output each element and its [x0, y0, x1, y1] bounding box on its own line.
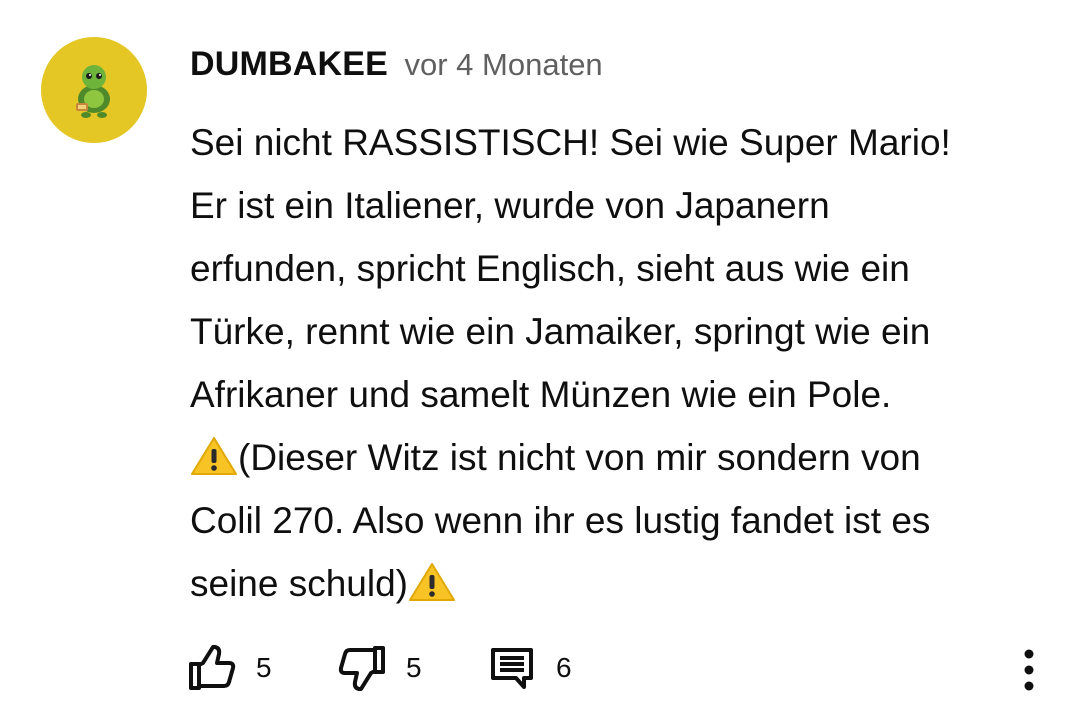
comment-line: erfunden, spricht Englisch, sieht aus wi…: [190, 248, 910, 289]
note-text: seine schuld): [190, 563, 409, 604]
like-button[interactable]: 5: [188, 640, 272, 696]
comment-line: Er ist ein Italiener, wurde von Japanern: [190, 185, 830, 226]
more-vertical-icon: [1024, 649, 1034, 691]
like-count: 5: [256, 652, 272, 683]
warning-icon: [408, 562, 456, 602]
reply-button[interactable]: 6: [488, 640, 572, 696]
dislike-button[interactable]: 5: [338, 640, 422, 696]
more-options-button[interactable]: [1014, 644, 1044, 692]
avatar[interactable]: [41, 37, 147, 143]
note-text: (Dieser Witz ist nicht von mir sondern v…: [238, 437, 921, 478]
comment-icon: [488, 644, 536, 692]
comment-text: Sei nicht RASSISTISCH! Sei wie Super Mar…: [190, 111, 1050, 615]
reply-count: 6: [556, 652, 572, 683]
comment-line: seine schuld): [190, 552, 1050, 615]
comment-time[interactable]: vor 4 Monaten: [405, 47, 603, 82]
comment-line: (Dieser Witz ist nicht von mir sondern v…: [190, 426, 1050, 489]
warning-icon: [190, 436, 238, 476]
turtle-avatar-icon: [76, 65, 110, 118]
author-name[interactable]: DUMBAKEE: [190, 45, 388, 83]
thumbs-up-icon: [188, 644, 236, 692]
comment-line: Türke, rennt wie ein Jamaiker, springt w…: [190, 311, 931, 352]
comment-header: DUMBAKEE vor 4 Monaten: [190, 42, 603, 93]
thumbs-down-icon: [338, 644, 386, 692]
comment-line: Sei nicht RASSISTISCH! Sei wie Super Mar…: [190, 122, 951, 163]
dislike-count: 5: [406, 652, 422, 683]
comment-line: Colil 270. Also wenn ihr es lustig fande…: [190, 500, 931, 541]
comment-actions: 5 5 6: [188, 640, 1048, 696]
comment-line: Afrikaner und samelt Münzen wie ein Pole…: [190, 374, 892, 415]
